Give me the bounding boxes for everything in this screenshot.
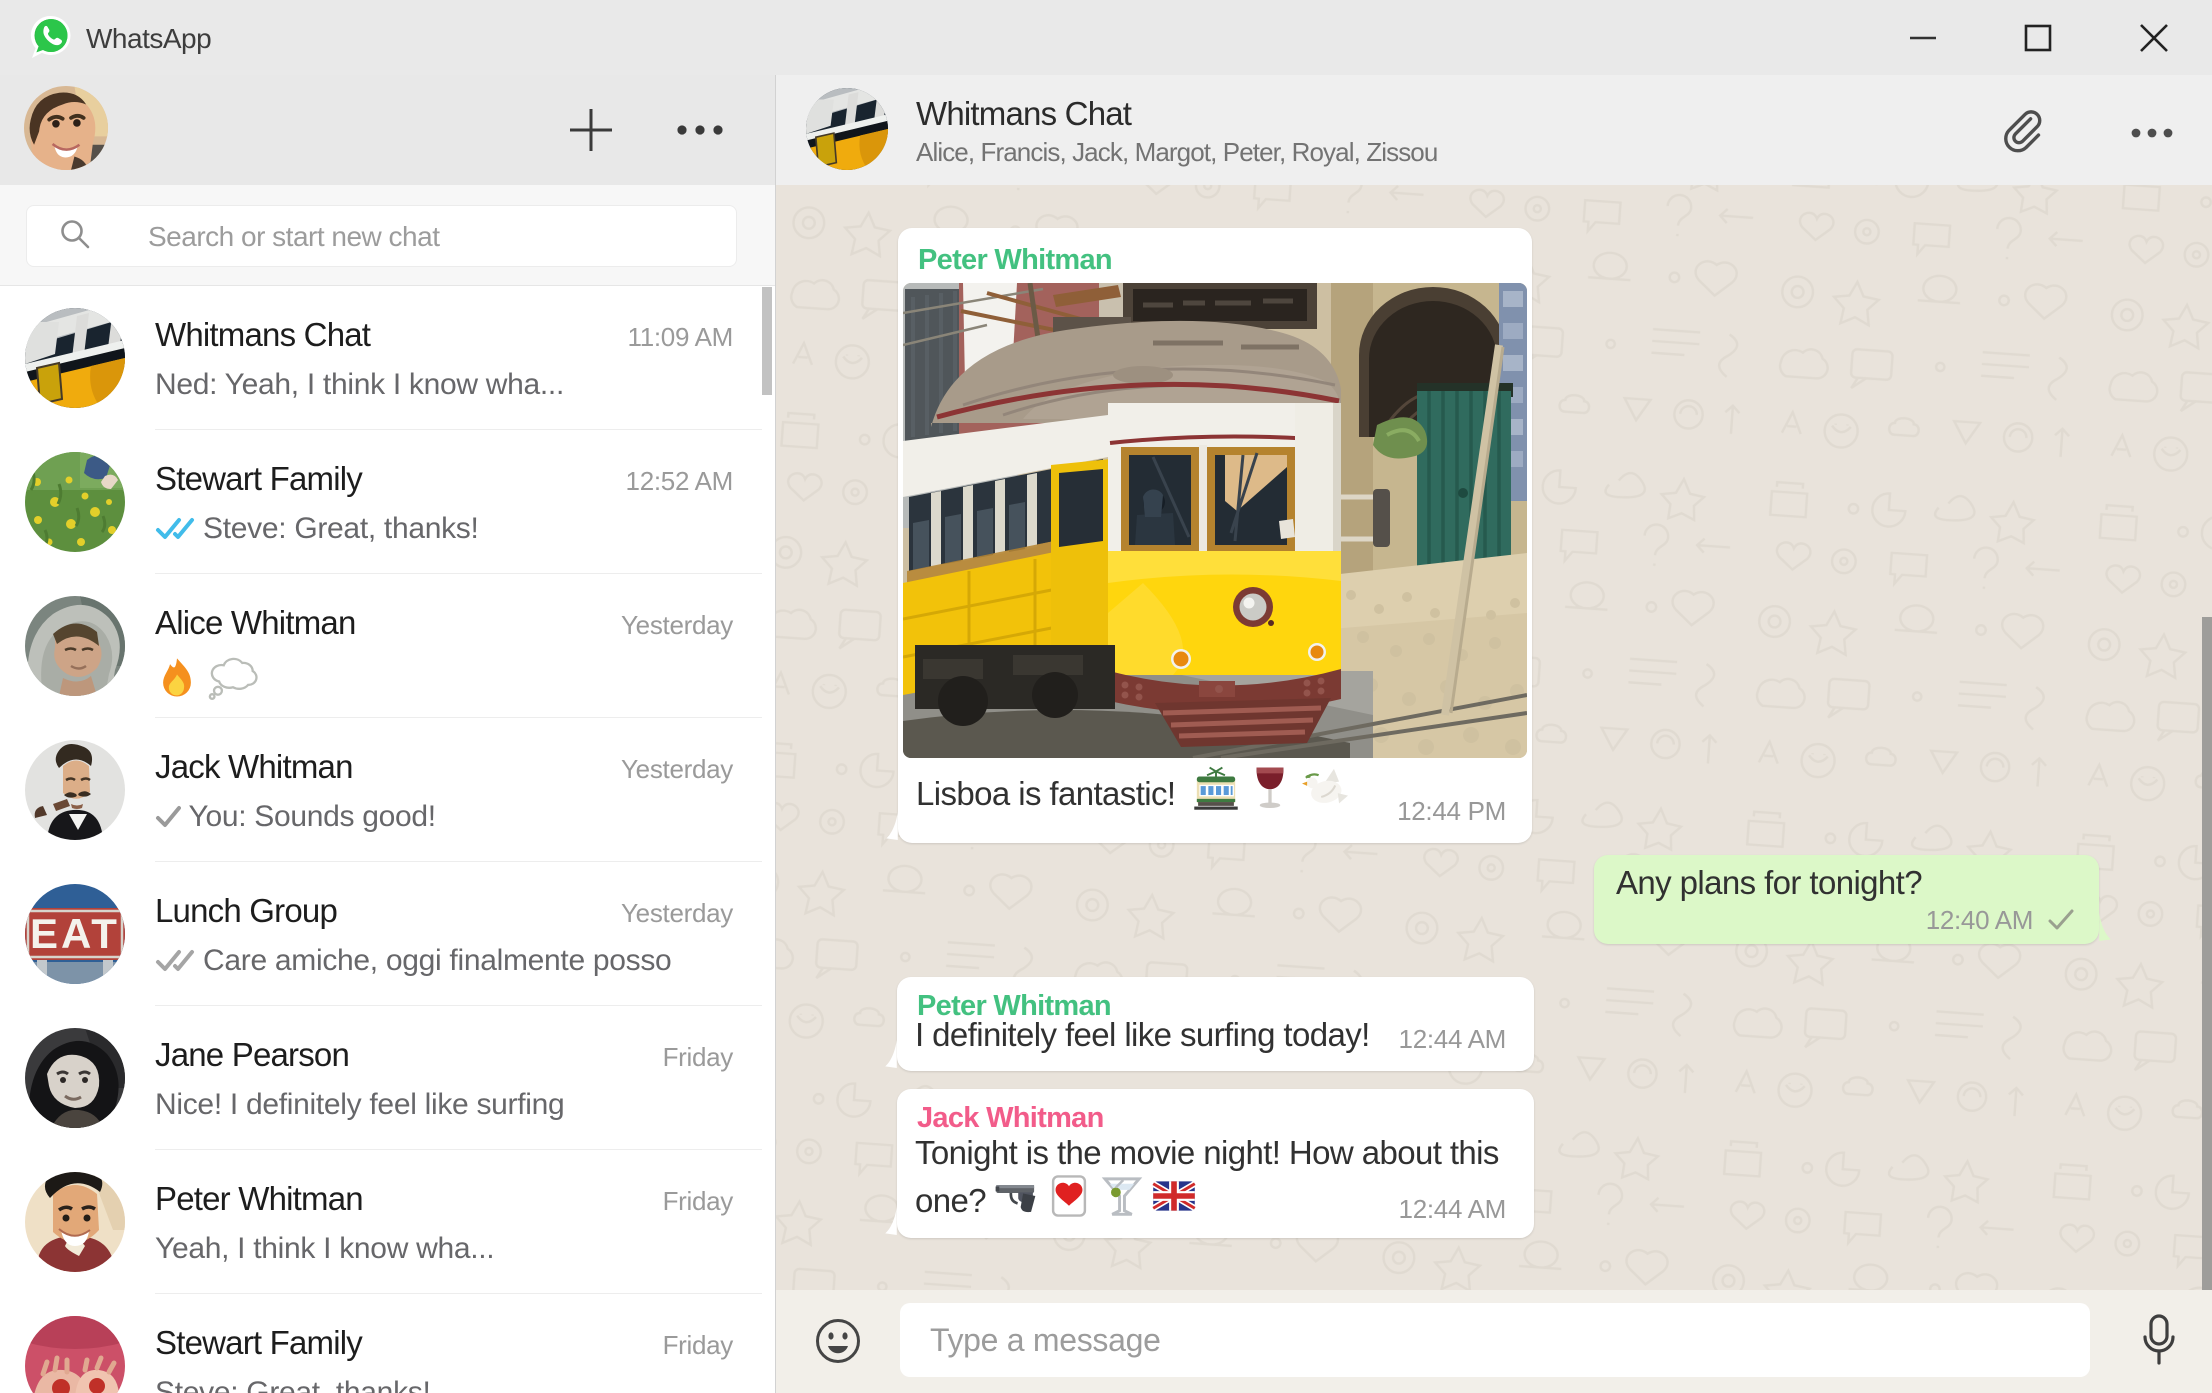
svg-text:EAT: EAT <box>30 910 120 957</box>
